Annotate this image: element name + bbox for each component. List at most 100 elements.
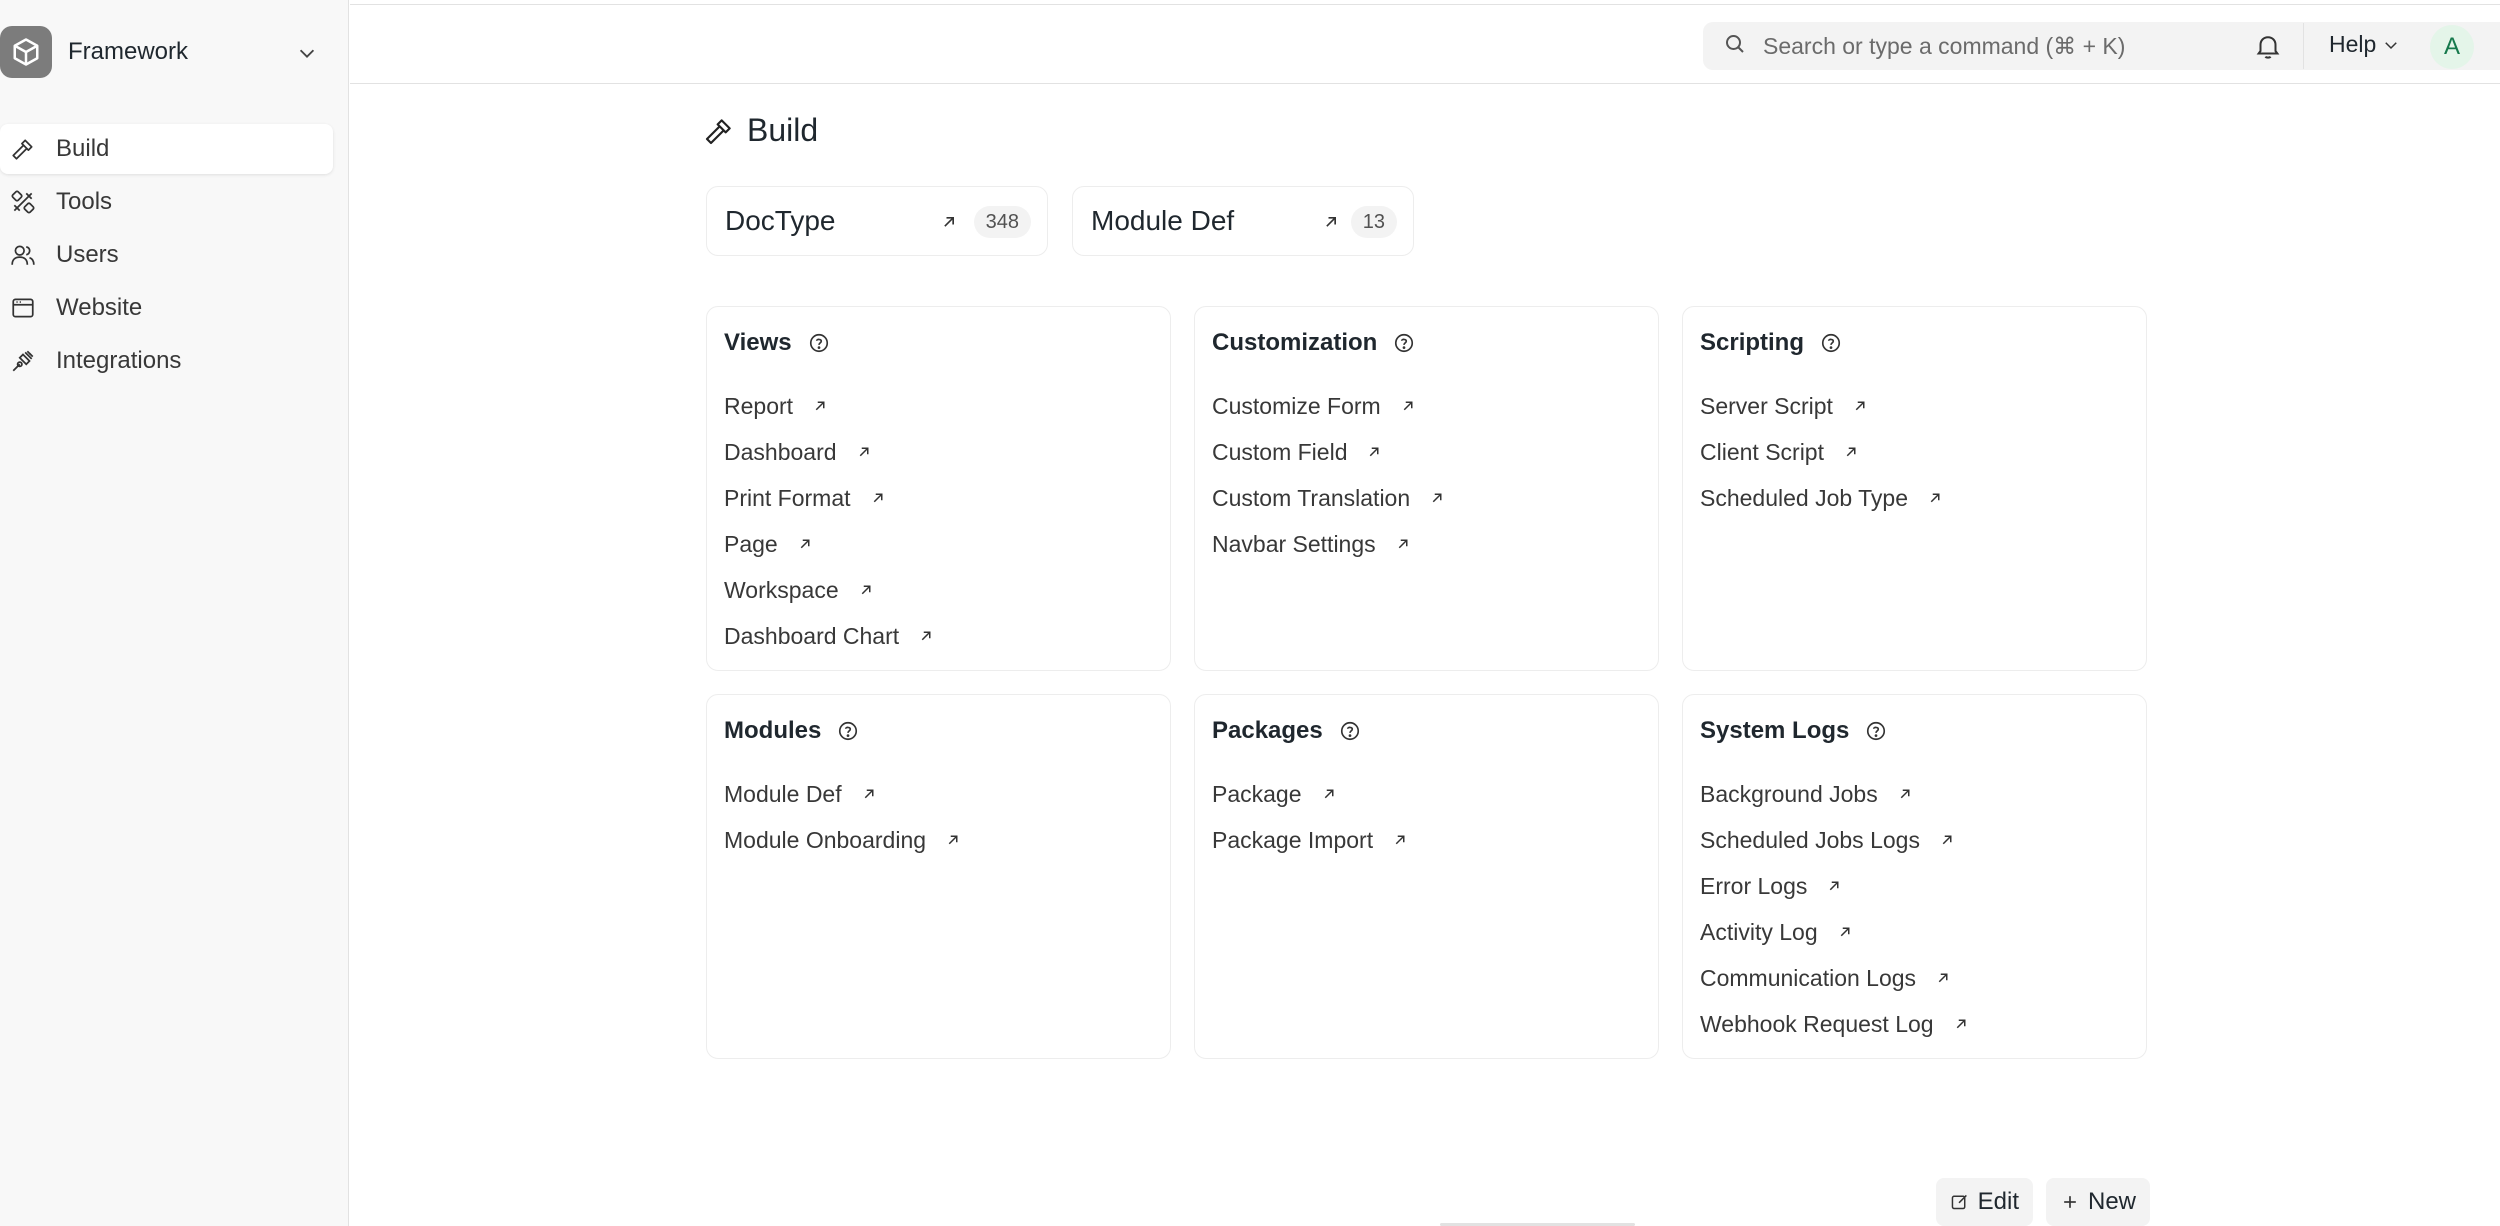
shortcut-module-def[interactable]: Module Def 13 xyxy=(1072,186,1414,256)
shortcut-doctype[interactable]: DocType 348 xyxy=(706,186,1048,256)
tools-icon xyxy=(10,189,36,215)
divider xyxy=(2303,23,2304,69)
card-links: Module Def Module Onboarding xyxy=(724,771,962,863)
sidebar-nav: Build Tools Users Website Integrations xyxy=(0,124,333,389)
arrow-up-right-icon xyxy=(1842,443,1860,461)
card-links: Package Package Import xyxy=(1212,771,1409,863)
card-link[interactable]: Workspace xyxy=(724,567,935,613)
workspace-switcher[interactable]: Framework xyxy=(0,24,330,80)
card-link-label: Navbar Settings xyxy=(1212,530,1376,557)
card-packages: Packages Package Package Import xyxy=(1194,694,1659,1059)
card-link-label: Package xyxy=(1212,780,1302,807)
card-link[interactable]: Server Script xyxy=(1700,383,1944,429)
card-link[interactable]: Webhook Request Log xyxy=(1700,1001,1970,1047)
sidebar-item-label: Users xyxy=(56,241,119,268)
card-link-label: Custom Field xyxy=(1212,438,1348,465)
card-link[interactable]: Page xyxy=(724,521,935,567)
help-circle-icon[interactable] xyxy=(1865,720,1887,742)
plus-icon xyxy=(2064,1196,2076,1208)
card-link[interactable]: Print Format xyxy=(724,475,935,521)
sidebar-item-label: Tools xyxy=(56,188,113,215)
card-link[interactable]: Package xyxy=(1212,771,1409,817)
edit-icon xyxy=(1951,1194,1967,1210)
card-link[interactable]: Communication Logs xyxy=(1700,955,1970,1001)
card-header: Customization xyxy=(1212,329,1415,357)
help-circle-icon[interactable] xyxy=(1393,332,1415,354)
card-link-label: Dashboard xyxy=(724,438,837,465)
chevron-down-icon xyxy=(296,42,318,69)
help-circle-icon[interactable] xyxy=(837,720,859,742)
page-title-text: Build xyxy=(747,112,819,148)
card-link[interactable]: Client Script xyxy=(1700,429,1944,475)
card-link[interactable]: Dashboard xyxy=(724,429,935,475)
arrow-up-right-icon xyxy=(1365,443,1383,461)
page-title: Build xyxy=(703,112,818,149)
arrow-up-right-icon xyxy=(1926,489,1944,507)
workspace-name: Framework xyxy=(68,38,189,65)
card-link-label: Module Def xyxy=(724,780,842,807)
sidebar-item-build[interactable]: Build xyxy=(0,124,333,174)
arrow-up-right-icon xyxy=(1952,1015,1970,1033)
card-link-label: Workspace xyxy=(724,576,839,603)
sidebar-item-integrations[interactable]: Integrations xyxy=(0,336,333,386)
card-link-label: Scheduled Jobs Logs xyxy=(1700,826,1920,853)
help-dropdown[interactable]: Help xyxy=(2329,31,2400,58)
arrow-up-right-icon xyxy=(869,489,887,507)
help-label: Help xyxy=(2329,31,2377,57)
card-link-label: Server Script xyxy=(1700,392,1833,419)
card-title: Modules xyxy=(724,717,822,744)
browser-window-icon xyxy=(10,295,36,321)
card-link[interactable]: Error Logs xyxy=(1700,863,1970,909)
card-header: Modules xyxy=(724,717,859,745)
sidebar-item-website[interactable]: Website xyxy=(0,283,333,333)
plug-icon xyxy=(10,348,36,374)
arrow-up-right-icon xyxy=(1836,923,1854,941)
avatar[interactable]: A xyxy=(2430,25,2474,69)
help-circle-icon[interactable] xyxy=(808,332,830,354)
card-link[interactable]: Module Def xyxy=(724,771,962,817)
card-link[interactable]: Scheduled Job Type xyxy=(1700,475,1944,521)
card-link-label: Custom Translation xyxy=(1212,484,1411,511)
shortcut-label: DocType xyxy=(725,205,836,236)
search-icon xyxy=(1723,32,1747,61)
arrow-up-right-icon xyxy=(1938,831,1956,849)
card-link[interactable]: Report xyxy=(724,383,935,429)
card-link[interactable]: Package Import xyxy=(1212,817,1409,863)
arrow-up-right-icon xyxy=(1428,489,1446,507)
card-link[interactable]: Customize Form xyxy=(1212,383,1446,429)
card-header: Views xyxy=(724,329,830,357)
card-system-logs: System Logs Background Jobs Scheduled Jobs… xyxy=(1682,694,2147,1059)
card-link-label: Communication Logs xyxy=(1700,964,1917,991)
card-link[interactable]: Navbar Settings xyxy=(1212,521,1446,567)
card-link[interactable]: Background Jobs xyxy=(1700,771,1970,817)
chevron-down-icon xyxy=(2385,41,2398,49)
help-circle-icon[interactable] xyxy=(1820,332,1842,354)
card-link-label: Activity Log xyxy=(1700,918,1818,945)
sidebar-item-tools[interactable]: Tools xyxy=(0,177,333,227)
arrow-up-right-icon xyxy=(811,397,829,415)
card-link[interactable]: Scheduled Jobs Logs xyxy=(1700,817,1970,863)
card-link-label: Error Logs xyxy=(1700,872,1808,899)
arrow-up-right-icon xyxy=(917,627,935,645)
card-link[interactable]: Activity Log xyxy=(1700,909,1970,955)
card-links: Report Dashboard Print Format Page Workspace… xyxy=(724,383,935,659)
card-scripting: Scripting Server Script Client Script Sched… xyxy=(1682,306,2147,671)
card-link[interactable]: Custom Translation xyxy=(1212,475,1446,521)
arrow-up-right-icon xyxy=(1320,785,1338,803)
arrow-up-right-icon xyxy=(1391,831,1409,849)
new-button[interactable]: New xyxy=(2046,1178,2150,1226)
card-links: Background Jobs Scheduled Jobs Logs Error … xyxy=(1700,771,1970,1047)
card-modules: Modules Module Def Module Onboarding xyxy=(706,694,1171,1059)
card-link-label: Package Import xyxy=(1212,826,1374,853)
shortcut-count: 13 xyxy=(1350,206,1397,238)
arrow-up-right-icon xyxy=(1851,397,1869,415)
card-header: Packages xyxy=(1212,717,1361,745)
card-link[interactable]: Module Onboarding xyxy=(724,817,962,863)
card-link[interactable]: Dashboard Chart xyxy=(724,613,935,659)
card-link[interactable]: Custom Field xyxy=(1212,429,1446,475)
bell-icon[interactable] xyxy=(2253,31,2283,61)
sidebar-item-users[interactable]: Users xyxy=(0,230,333,280)
help-circle-icon[interactable] xyxy=(1339,720,1361,742)
edit-button[interactable]: Edit xyxy=(1936,1178,2033,1226)
arrow-up-right-icon xyxy=(1896,785,1914,803)
